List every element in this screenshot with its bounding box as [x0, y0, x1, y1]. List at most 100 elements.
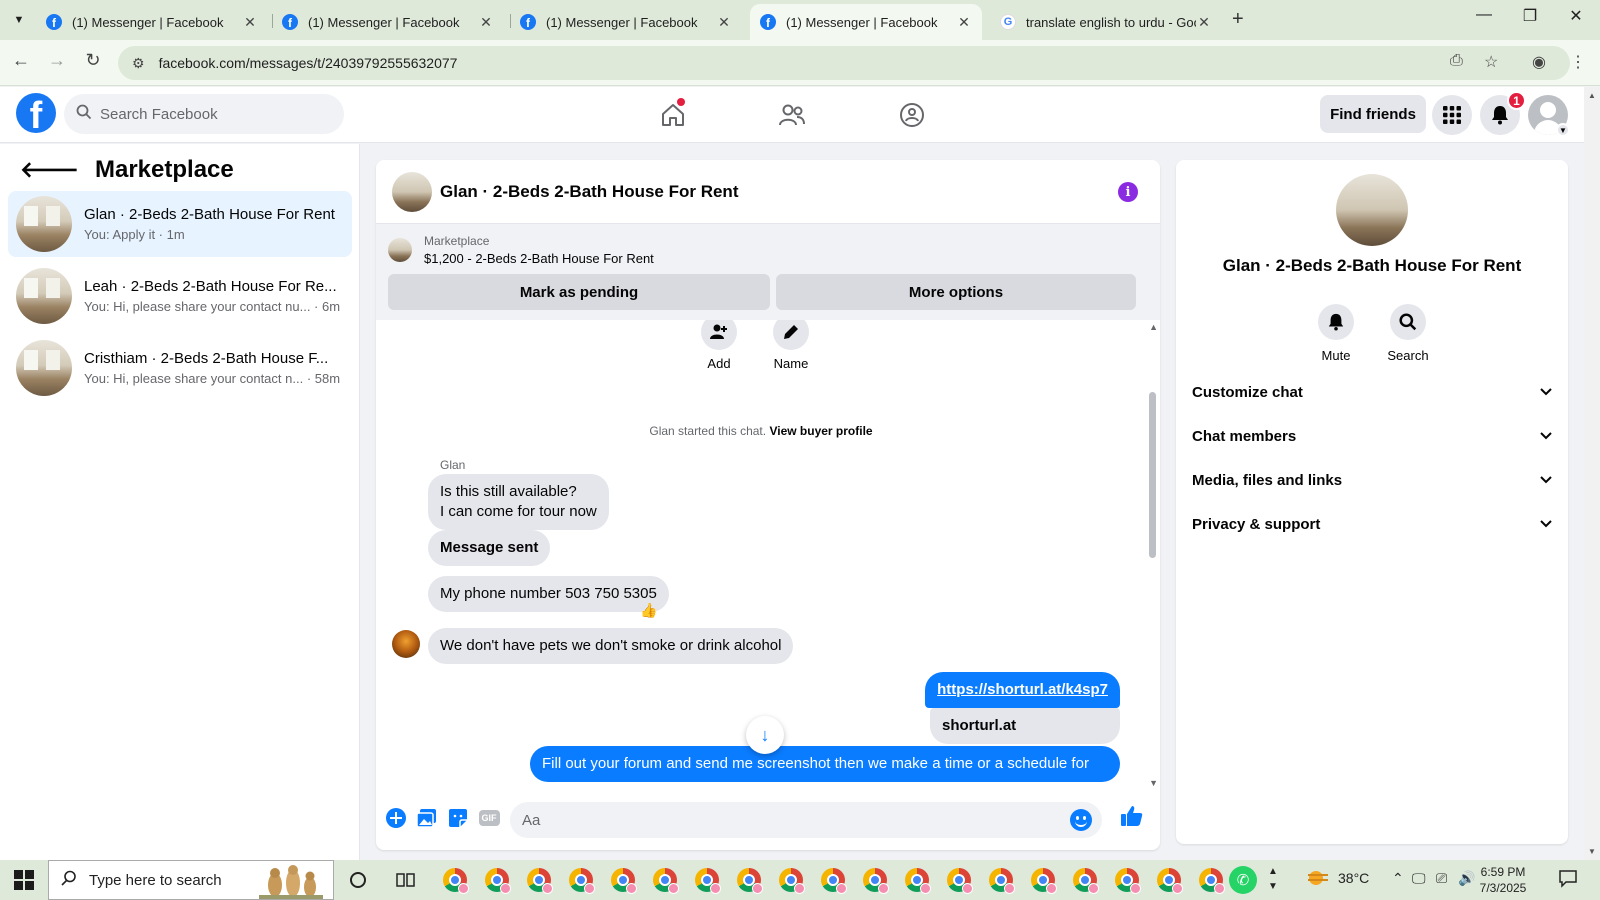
chrome-taskbar-icon[interactable] — [1199, 868, 1225, 894]
outgoing-message-bubble[interactable]: Fill out your forum and send me screensh… — [530, 746, 1120, 782]
windows-start-icon[interactable] — [14, 870, 34, 890]
incoming-message-bubble[interactable]: My phone number 503 750 5305 — [428, 576, 669, 612]
listing-summary[interactable]: Marketplace $1,200 - 2-Beds 2-Bath House… — [388, 234, 654, 266]
more-options-button[interactable]: More options — [776, 274, 1136, 310]
chrome-taskbar-icon[interactable] — [863, 868, 889, 894]
chrome-taskbar-icon[interactable] — [1157, 868, 1183, 894]
reload-icon[interactable]: ↻ — [80, 50, 106, 71]
customize-chat-section[interactable]: Customize chat — [1192, 372, 1552, 412]
bookmark-star-icon[interactable]: ☆ — [1484, 52, 1498, 72]
cortana-circle-icon[interactable] — [346, 868, 370, 892]
chrome-taskbar-icon[interactable] — [737, 868, 763, 894]
home-nav-icon[interactable] — [653, 97, 693, 133]
friends-nav-icon[interactable] — [772, 97, 812, 133]
new-tab-plus-icon[interactable]: + — [1232, 8, 1244, 31]
conversation-item-cristhiam[interactable]: Cristhiam · 2-Beds 2-Bath House F... You… — [8, 335, 352, 401]
listing-avatar[interactable] — [1336, 174, 1408, 246]
url-field[interactable]: ⚙ facebook.com/messages/t/24039792555632… — [118, 46, 1570, 80]
page-scrollbar[interactable]: ▲ ▼ — [1584, 87, 1600, 860]
sender-avatar[interactable] — [392, 630, 420, 658]
chat-members-section[interactable]: Chat members — [1192, 416, 1552, 456]
browser-tab-5[interactable]: G translate english to urdu - Goo ✕ — [990, 4, 1222, 40]
outgoing-link-bubble[interactable]: https://shorturl.at/k4sp7 — [925, 672, 1120, 708]
like-thumbs-up-icon[interactable] — [1120, 804, 1144, 828]
browser-tab-1[interactable]: f (1) Messenger | Facebook ✕ — [36, 4, 268, 40]
chrome-taskbar-icon[interactable] — [527, 868, 553, 894]
scroll-up-arrow-icon[interactable]: ▲ — [1149, 322, 1158, 332]
view-buyer-profile-link[interactable]: View buyer profile — [769, 424, 872, 438]
site-settings-icon[interactable]: ⚙ — [132, 55, 145, 72]
scrollbar-thumb[interactable] — [1149, 392, 1156, 558]
plus-circle-icon[interactable] — [384, 806, 408, 830]
account-chevron-down-icon[interactable]: ▼ — [1556, 123, 1570, 137]
conversation-item-leah[interactable]: Leah · 2-Beds 2-Bath House For Re... You… — [8, 263, 352, 329]
privacy-support-section[interactable]: Privacy & support — [1192, 504, 1552, 544]
find-friends-button[interactable]: Find friends — [1320, 95, 1426, 133]
chat-title[interactable]: Glan · 2-Beds 2-Bath House For Rent — [440, 182, 738, 202]
meet-camera-icon[interactable]: ⎚ — [1436, 870, 1447, 887]
browser-tab-3[interactable]: f (1) Messenger | Facebook ✕ — [510, 4, 742, 40]
incoming-message-bubble[interactable]: Is this still available? I can come for … — [428, 474, 609, 530]
taskbar-clock[interactable]: 6:59 PM 7/3/2025 — [1468, 864, 1538, 896]
photo-gallery-icon[interactable] — [415, 806, 439, 830]
scroll-down-arrow-icon[interactable]: ▼ — [1149, 778, 1158, 788]
message-list[interactable]: Add Name Glan started this chat. View bu… — [376, 320, 1146, 790]
conversation-item-glan[interactable]: Glan · 2-Beds 2-Bath House For Rent You:… — [8, 191, 352, 257]
message-input[interactable]: Aa — [510, 802, 1102, 838]
temperature-text[interactable]: 38°C — [1338, 870, 1369, 886]
show-hidden-icons-chevron-icon[interactable]: ⌃ — [1392, 870, 1404, 887]
install-app-icon[interactable]: ⎙ — [1450, 52, 1463, 70]
incoming-message-bubble[interactable]: We don't have pets we don't smoke or dri… — [428, 628, 794, 664]
chrome-taskbar-icon[interactable] — [779, 868, 805, 894]
chrome-taskbar-icon[interactable] — [1073, 868, 1099, 894]
chrome-taskbar-icon[interactable] — [989, 868, 1015, 894]
link-preview-card[interactable]: shorturl.at — [930, 708, 1120, 744]
tab-search-chevron-icon[interactable]: ▼ — [6, 8, 32, 32]
browser-tab-2[interactable]: f (1) Messenger | Facebook ✕ — [272, 4, 504, 40]
page-scroll-up-arrow-icon[interactable]: ▲ — [1588, 91, 1596, 100]
forward-arrow-icon[interactable]: → — [44, 50, 70, 71]
mark-as-pending-button[interactable]: Mark as pending — [388, 274, 770, 310]
taskbar-search-input[interactable]: Type here to search — [48, 860, 334, 900]
chrome-taskbar-icon[interactable] — [1115, 868, 1141, 894]
menu-grid-icon[interactable] — [1432, 95, 1472, 135]
weather-icon[interactable] — [1306, 868, 1330, 891]
search-in-chat-action[interactable]: Search — [1378, 304, 1438, 363]
notification-center-icon[interactable] — [1558, 868, 1578, 891]
network-icon[interactable]: 🖵 — [1412, 870, 1426, 887]
notifications-bell-icon[interactable]: 1 — [1480, 91, 1526, 135]
chrome-taskbar-icon[interactable] — [611, 868, 637, 894]
minimize-icon[interactable]: — — [1464, 6, 1504, 24]
restore-icon[interactable]: ❐ — [1510, 6, 1550, 26]
browser-tab-4-active[interactable]: f (1) Messenger | Facebook ✕ — [750, 4, 982, 40]
message-scrollbar[interactable]: ▲ ▼ — [1146, 320, 1160, 790]
facebook-logo-icon[interactable]: f — [16, 93, 56, 133]
page-scroll-down-arrow-icon[interactable]: ▼ — [1588, 847, 1596, 856]
chrome-taskbar-icon[interactable] — [905, 868, 931, 894]
shorturl-link[interactable]: https://shorturl.at/k4sp7 — [937, 681, 1108, 698]
sticker-icon[interactable] — [446, 806, 470, 830]
chrome-taskbar-icon[interactable] — [653, 868, 679, 894]
task-view-icon[interactable] — [394, 868, 418, 892]
back-arrow-icon[interactable]: 🡐 — [20, 157, 79, 183]
tray-scroll-arrows-icon[interactable]: ▲ ▼ — [1268, 864, 1278, 894]
facebook-search-input[interactable]: Search Facebook — [64, 94, 344, 134]
chrome-taskbar-icon[interactable] — [695, 868, 721, 894]
chat-avatar[interactable] — [392, 171, 432, 212]
profile-icon[interactable]: ◉ — [1532, 52, 1546, 72]
browser-menu-icon[interactable]: ⋮ — [1570, 52, 1586, 72]
groups-nav-icon[interactable] — [892, 97, 932, 133]
scroll-to-bottom-arrow-icon[interactable]: ↓ — [746, 716, 784, 754]
close-tab-icon[interactable]: ✕ — [478, 14, 494, 31]
chrome-taskbar-icon[interactable] — [1031, 868, 1057, 894]
mute-action[interactable]: Mute — [1306, 304, 1366, 363]
name-chat-action[interactable]: Name — [761, 320, 821, 371]
chrome-taskbar-icon[interactable] — [485, 868, 511, 894]
chrome-taskbar-icon[interactable] — [821, 868, 847, 894]
emoji-smile-icon[interactable] — [1070, 809, 1092, 831]
media-files-links-section[interactable]: Media, files and links — [1192, 460, 1552, 500]
back-arrow-icon[interactable]: ← — [8, 50, 34, 71]
gif-icon[interactable]: GIF — [477, 806, 501, 830]
incoming-message-bubble[interactable]: Message sent — [428, 530, 551, 566]
chrome-taskbar-icon[interactable] — [947, 868, 973, 894]
